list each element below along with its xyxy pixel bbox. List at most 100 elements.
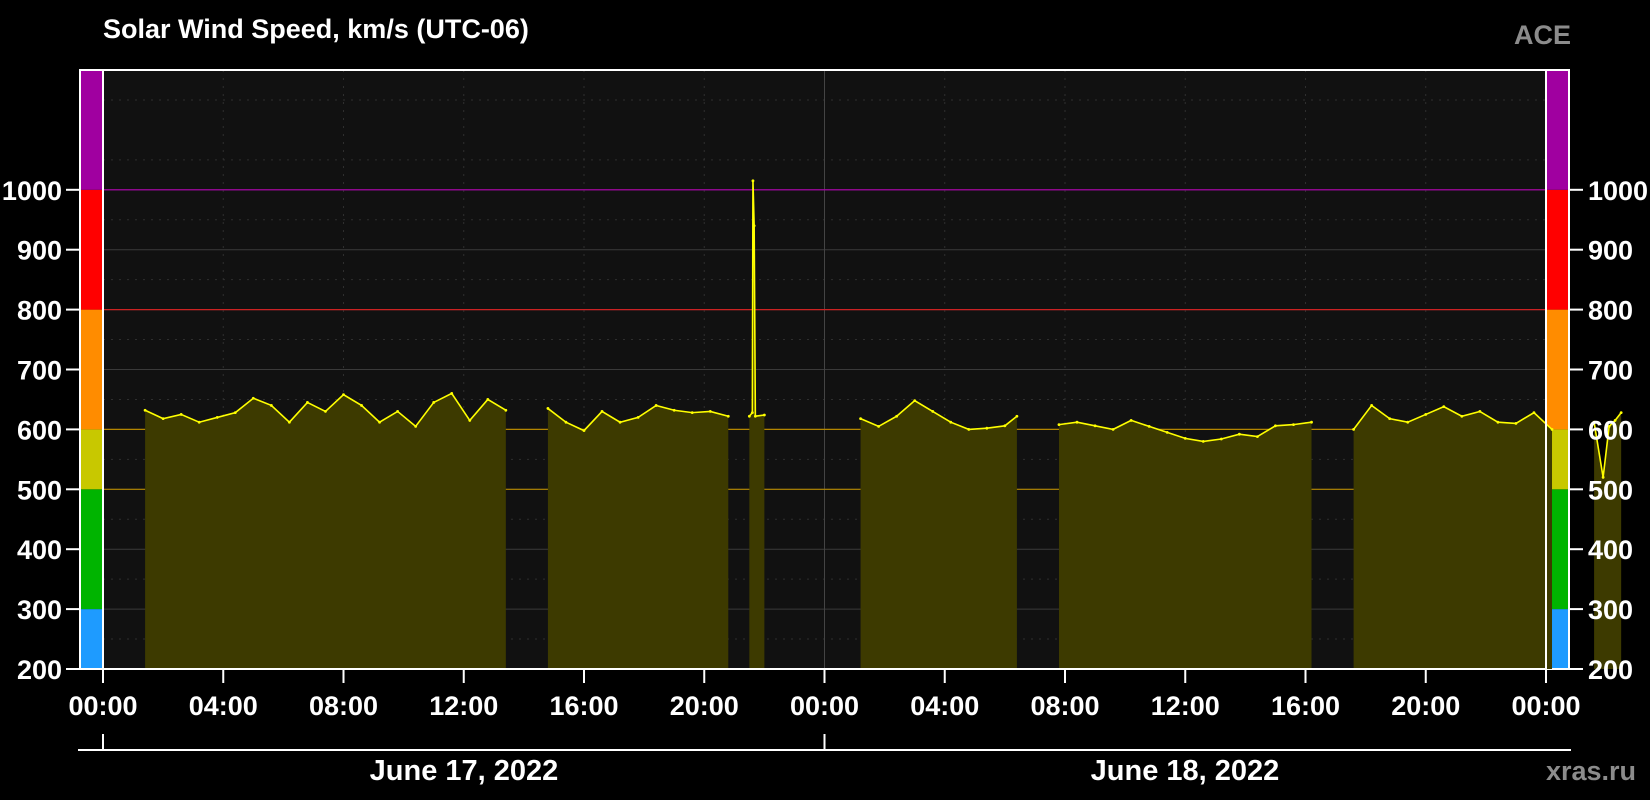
data-point <box>726 414 730 418</box>
date-label-june-18: June 18, 2022 <box>1091 755 1280 787</box>
watermark: xras.ru <box>1546 756 1636 786</box>
data-point <box>306 401 309 404</box>
y-tick-label-left-7: 900 <box>17 236 62 266</box>
series-fill-segment-1 <box>547 405 729 669</box>
data-point <box>1388 417 1392 421</box>
data-point <box>967 428 971 431</box>
data-point <box>762 413 766 417</box>
data-point <box>1550 428 1554 431</box>
series-fill-segment-0 <box>145 393 506 669</box>
y-tick-label-left-2: 400 <box>17 535 62 565</box>
data-point <box>1310 420 1313 424</box>
data-point <box>486 398 490 401</box>
data-point <box>895 414 899 418</box>
data-point <box>360 404 363 407</box>
data-point <box>1165 430 1169 434</box>
data-point <box>1532 411 1536 415</box>
x-axis: 00:00 04:00 08:00 12:00 16:00 20:00 00:00 04:00… <box>68 669 1581 721</box>
data-point <box>750 411 754 415</box>
data-point <box>564 420 568 424</box>
data-point <box>1015 414 1019 418</box>
data-point <box>1003 424 1007 428</box>
data-point <box>269 404 273 407</box>
y-tick-label-left-6: 800 <box>17 296 62 326</box>
y-tick-label-right-5: 700 <box>1588 356 1633 386</box>
y-tick-label-left-8: 1000 <box>2 176 62 206</box>
y-tick-label-right-6: 800 <box>1588 296 1633 326</box>
data-point <box>618 420 622 424</box>
color-band-right-5 <box>1546 70 1569 190</box>
data-point <box>877 425 881 428</box>
data-point <box>985 426 989 430</box>
data-point <box>324 410 327 413</box>
data-point <box>396 410 400 413</box>
data-point <box>913 399 917 403</box>
data-point <box>1478 410 1482 413</box>
data-point <box>251 396 255 400</box>
y-tick-label-left-3: 500 <box>17 475 62 505</box>
y-tick-label-right-0: 200 <box>1588 655 1633 685</box>
data-point <box>672 408 676 412</box>
y-tick-label-right-8: 1000 <box>1588 176 1648 206</box>
data-point <box>752 224 756 228</box>
y-tick-label-right-2: 400 <box>1588 535 1633 565</box>
color-band-right-3 <box>1546 309 1569 430</box>
data-point <box>161 417 165 421</box>
data-point <box>287 420 291 424</box>
data-point <box>1406 420 1410 424</box>
chart-title: Solar Wind Speed, km/s (UTC-06) <box>103 14 529 44</box>
x-tick-label-4: 16:00 <box>549 691 618 721</box>
x-tick-label-0: 00:00 <box>68 691 137 721</box>
x-tick-label-12: 00:00 <box>1511 691 1580 721</box>
data-point <box>1514 422 1518 425</box>
y-axis-left: 200 300 400 500 600 700 800 900 1000 <box>2 176 80 685</box>
data-point <box>546 407 550 410</box>
data-point <box>342 393 345 397</box>
x-tick-label-10: 16:00 <box>1271 691 1340 721</box>
x-tick-label-2: 08:00 <box>309 691 378 721</box>
data-point <box>1256 435 1259 438</box>
y-tick-label-right-3: 500 <box>1588 475 1633 505</box>
data-point <box>1147 425 1151 428</box>
data-point <box>414 425 418 428</box>
data-point <box>1496 420 1500 424</box>
y-tick-label-left-1: 300 <box>17 595 62 625</box>
source-label: ACE <box>1514 20 1571 50</box>
data-point <box>179 413 183 416</box>
data-point <box>1352 428 1355 431</box>
x-tick-label-9: 12:00 <box>1151 691 1220 721</box>
series-fill-segment-5 <box>1353 405 1553 669</box>
data-point <box>1292 423 1295 427</box>
data-point <box>378 420 381 424</box>
data-point <box>1201 439 1205 443</box>
data-point <box>636 416 640 419</box>
data-point <box>751 179 755 183</box>
y-tick-label-right-4: 600 <box>1588 415 1633 445</box>
data-point <box>504 408 508 412</box>
x-tick-label-6: 00:00 <box>790 691 859 721</box>
y-tick-label-right-7: 900 <box>1588 236 1633 266</box>
data-point <box>1424 413 1428 416</box>
data-point <box>949 420 953 424</box>
data-point <box>197 420 201 424</box>
data-point <box>582 429 586 432</box>
series-fill-segment-3 <box>860 400 1017 669</box>
x-tick-label-3: 12:00 <box>429 691 498 721</box>
y-tick-label-left-4: 600 <box>17 415 62 445</box>
data-point <box>1370 404 1374 407</box>
data-point <box>1057 423 1061 427</box>
data-point <box>708 410 712 413</box>
solar-wind-chart: Solar Wind Speed, km/s (UTC-06) ACE xras… <box>2 14 1648 787</box>
data-point <box>233 411 237 415</box>
y-tick-label-left-0: 200 <box>17 655 62 685</box>
data-point <box>747 414 751 418</box>
color-band-left-1 <box>80 489 103 610</box>
color-band-right-4 <box>1546 189 1569 310</box>
y-axis-right: 200 300 400 500 600 700 800 900 1000 <box>1569 176 1648 685</box>
data-point <box>1075 420 1079 424</box>
y-tick-label-right-1: 300 <box>1588 595 1633 625</box>
data-point <box>1274 424 1277 428</box>
data-point <box>468 419 472 422</box>
y-tick-label-left-5: 700 <box>17 356 62 386</box>
data-point <box>1237 432 1241 436</box>
